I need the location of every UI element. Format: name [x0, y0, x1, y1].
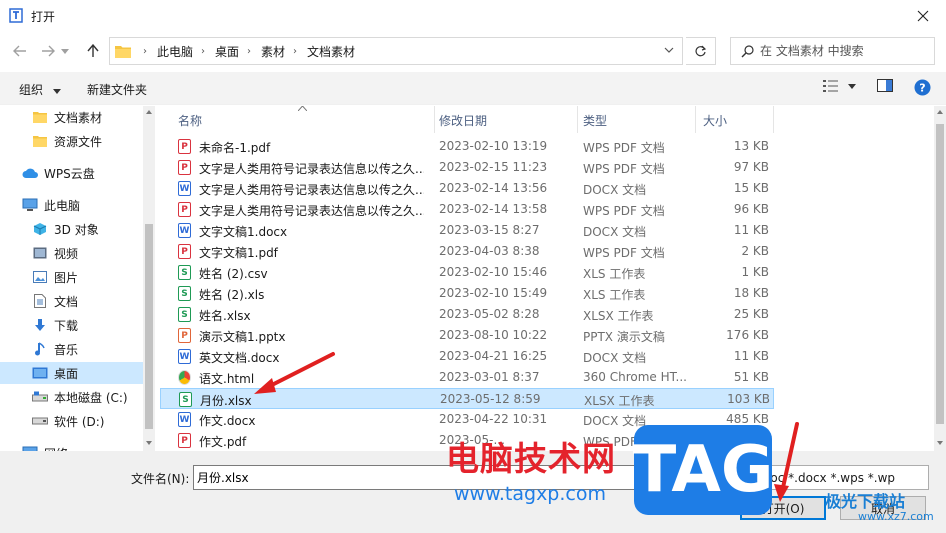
watermark-site-name: 电脑技术网	[446, 439, 616, 478]
watermark-corner-url: www.xz7.com	[858, 510, 934, 523]
annotation-arrow-to-file	[254, 352, 335, 394]
watermark-corner-name: 极光下载站	[825, 492, 906, 511]
watermark-tag-logo: TAG	[633, 425, 773, 515]
annotation-arrow-to-open	[774, 422, 799, 502]
watermark-site-url: www.tagxp.com	[454, 483, 606, 505]
